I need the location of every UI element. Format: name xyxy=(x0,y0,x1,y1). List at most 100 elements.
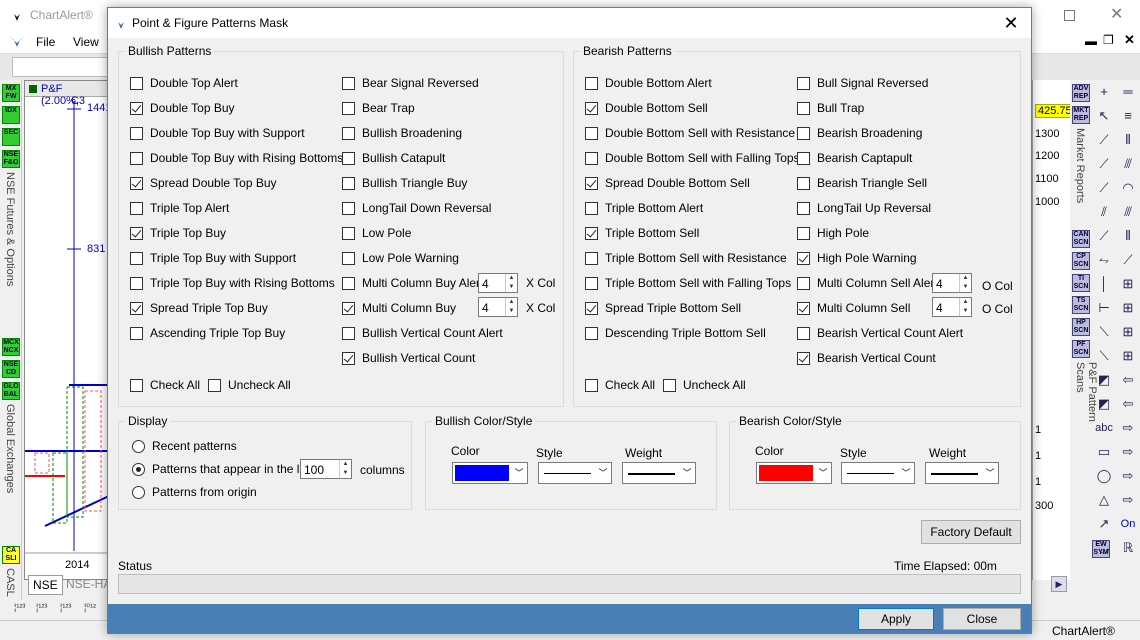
crosshair-icon[interactable]: + xyxy=(1092,80,1116,104)
checkbox[interactable] xyxy=(585,326,598,340)
nav-left-icon[interactable]: ⇦ xyxy=(1116,368,1140,392)
checkbox[interactable] xyxy=(130,101,143,115)
checkbox[interactable] xyxy=(585,201,598,215)
triangle-b-icon[interactable]: ◩ xyxy=(1092,392,1116,416)
scan-button-cp[interactable]: CP SCN xyxy=(1072,252,1090,270)
pf-chart[interactable]: P&F (2.00%,3 C 1441 831 2014 xyxy=(24,80,108,580)
checkbox[interactable] xyxy=(585,101,598,115)
checkbox[interactable] xyxy=(208,378,221,392)
exchange-button-nsecd[interactable]: NSE CD xyxy=(2,360,20,378)
bullish-check-all[interactable]: Check All xyxy=(130,378,200,392)
menu-file[interactable]: File xyxy=(36,35,55,49)
bullish-color-select[interactable]: ﹀ xyxy=(452,462,528,484)
speed-icon[interactable]: ⫻ xyxy=(1116,152,1140,176)
checkbox[interactable] xyxy=(585,176,598,190)
checkbox[interactable] xyxy=(797,351,810,365)
chevron-down-icon[interactable]: ﹀ xyxy=(815,463,831,483)
exchange-button-nsefo[interactable]: NSE F&O xyxy=(2,150,20,168)
vertical-line-icon[interactable]: │ xyxy=(1092,272,1116,296)
scan-button-hp[interactable]: HP SCN xyxy=(1072,318,1090,336)
ns-icon[interactable]: ⟍ xyxy=(1092,320,1116,344)
report-button-adv[interactable]: ADV REP xyxy=(1072,84,1090,102)
spin-down-icon[interactable]: ▼ xyxy=(506,307,517,316)
checkbox[interactable] xyxy=(130,76,143,90)
checkbox-ascending-triple-top-buy[interactable]: Ascending Triple Top Buy xyxy=(130,326,285,340)
multi-column-sell-alert-spinner[interactable]: 4 ▲ ▼ xyxy=(932,273,972,293)
checkbox[interactable] xyxy=(585,226,598,240)
maximize-icon[interactable] xyxy=(1064,10,1075,21)
spin-up-icon[interactable]: ▲ xyxy=(960,298,971,307)
checkbox-double-bottom-alert[interactable]: Double Bottom Alert xyxy=(585,76,712,90)
checkbox[interactable] xyxy=(342,176,355,190)
parallel-icon[interactable]: ⫽ xyxy=(1092,200,1116,224)
menu-view[interactable]: View xyxy=(73,35,99,49)
checkbox[interactable] xyxy=(585,276,598,290)
checkbox[interactable] xyxy=(585,76,598,90)
checkbox-bearish-vertical-count-alert[interactable]: Bearish Vertical Count Alert xyxy=(797,326,963,340)
chevron-down-icon[interactable]: ﹀ xyxy=(679,463,695,483)
nav-right-icon[interactable]: ⇨ xyxy=(1116,416,1140,440)
fan2-icon[interactable]: ⟋ xyxy=(1116,248,1140,272)
ellipse-tool-icon[interactable]: ◯ xyxy=(1092,464,1116,488)
mdi-restore-icon[interactable]: ❐ xyxy=(1103,33,1114,47)
trendline-icon[interactable]: ⟋ xyxy=(1092,128,1116,152)
bullish-uncheck-all[interactable]: Uncheck All xyxy=(208,378,291,392)
checkbox-longtail-down-reversal[interactable]: LongTail Down Reversal xyxy=(342,201,491,215)
cursor-icon[interactable]: ↖ xyxy=(1092,104,1116,128)
time-icon[interactable]: ⦀ xyxy=(1116,224,1140,248)
line-sl2-icon[interactable]: ⟋ xyxy=(1092,176,1116,200)
checkbox[interactable] xyxy=(797,326,810,340)
checkbox[interactable] xyxy=(797,151,810,165)
checkbox[interactable] xyxy=(130,378,143,392)
gann-icon[interactable]: ⦀ xyxy=(1116,128,1140,152)
dialog-close-icon[interactable]: ✕ xyxy=(999,12,1023,34)
checkbox[interactable] xyxy=(797,126,810,140)
checkbox-double-top-buy-with-rising-bottoms[interactable]: Double Top Buy with Rising Bottoms xyxy=(130,151,343,165)
checkbox[interactable] xyxy=(797,101,810,115)
checkbox-spread-triple-top-buy[interactable]: Spread Triple Top Buy xyxy=(130,301,268,315)
mdi-close-icon[interactable]: ✕ xyxy=(1124,32,1135,48)
checkbox[interactable] xyxy=(797,276,810,290)
chevron-down-icon[interactable]: ﹀ xyxy=(982,463,998,483)
bearish-check-all[interactable]: Check All xyxy=(585,378,655,392)
checkbox[interactable] xyxy=(585,126,598,140)
checkbox[interactable] xyxy=(797,226,810,240)
ns2-icon[interactable]: ⟍ xyxy=(1092,344,1116,368)
checkbox-double-bottom-sell-with-resistance[interactable]: Double Bottom Sell with Resistance xyxy=(585,126,795,140)
triangle-tool-icon[interactable]: △ xyxy=(1092,488,1116,512)
chevron-down-icon[interactable]: ﹀ xyxy=(898,463,914,483)
triangle-a-icon[interactable]: ◩ xyxy=(1092,368,1116,392)
grid3-icon[interactable]: ⊞ xyxy=(1116,320,1140,344)
checkbox[interactable] xyxy=(342,251,355,265)
pitchfork-icon[interactable]: ⥊ xyxy=(1092,248,1116,272)
checkbox-low-pole-warning[interactable]: Low Pole Warning xyxy=(342,251,459,265)
apply-button[interactable]: Apply xyxy=(858,608,934,630)
checkbox[interactable] xyxy=(342,301,355,315)
checkbox-triple-top-buy-with-rising-bottoms[interactable]: Triple Top Buy with Rising Bottoms xyxy=(130,276,335,290)
r-tool-icon[interactable]: ℝ xyxy=(1116,536,1140,560)
exchange-button-mcx[interactable]: MCX NCX xyxy=(2,338,20,356)
spin-up-icon[interactable]: ▲ xyxy=(506,298,517,307)
rectangle-tool-icon[interactable]: ▭ xyxy=(1092,440,1116,464)
checkbox[interactable] xyxy=(342,226,355,240)
checkbox-triple-bottom-sell[interactable]: Triple Bottom Sell xyxy=(585,226,699,240)
checkbox-triple-bottom-sell-with-falling-tops[interactable]: Triple Bottom Sell with Falling Tops xyxy=(585,276,791,290)
spin-down-icon[interactable]: ▼ xyxy=(340,469,351,478)
checkbox-bullish-vertical-count[interactable]: Bullish Vertical Count xyxy=(342,351,475,365)
checkbox-bullish-vertical-count-alert[interactable]: Bullish Vertical Count Alert xyxy=(342,326,503,340)
checkbox[interactable] xyxy=(130,126,143,140)
arc2-icon[interactable]: ◠ xyxy=(1116,176,1140,200)
spin-down-icon[interactable]: ▼ xyxy=(506,283,517,292)
checkbox-bearish-vertical-count[interactable]: Bearish Vertical Count xyxy=(797,351,936,365)
exchange-button-casli[interactable]: CA SLI xyxy=(2,546,20,564)
checkbox[interactable] xyxy=(797,301,810,315)
grid-icon[interactable]: ⊞ xyxy=(1116,272,1140,296)
checkbox[interactable] xyxy=(130,201,143,215)
checkbox-double-top-buy[interactable]: Double Top Buy xyxy=(130,101,235,115)
app-close-icon[interactable]: ✕ xyxy=(1110,4,1123,24)
checkbox-double-bottom-sell[interactable]: Double Bottom Sell xyxy=(585,101,708,115)
checkbox[interactable] xyxy=(585,251,598,265)
chart-type-icon-1[interactable]: ¦¹²³ xyxy=(14,602,25,612)
checkbox[interactable] xyxy=(342,151,355,165)
bullish-style-select[interactable]: ﹀ xyxy=(538,462,612,484)
